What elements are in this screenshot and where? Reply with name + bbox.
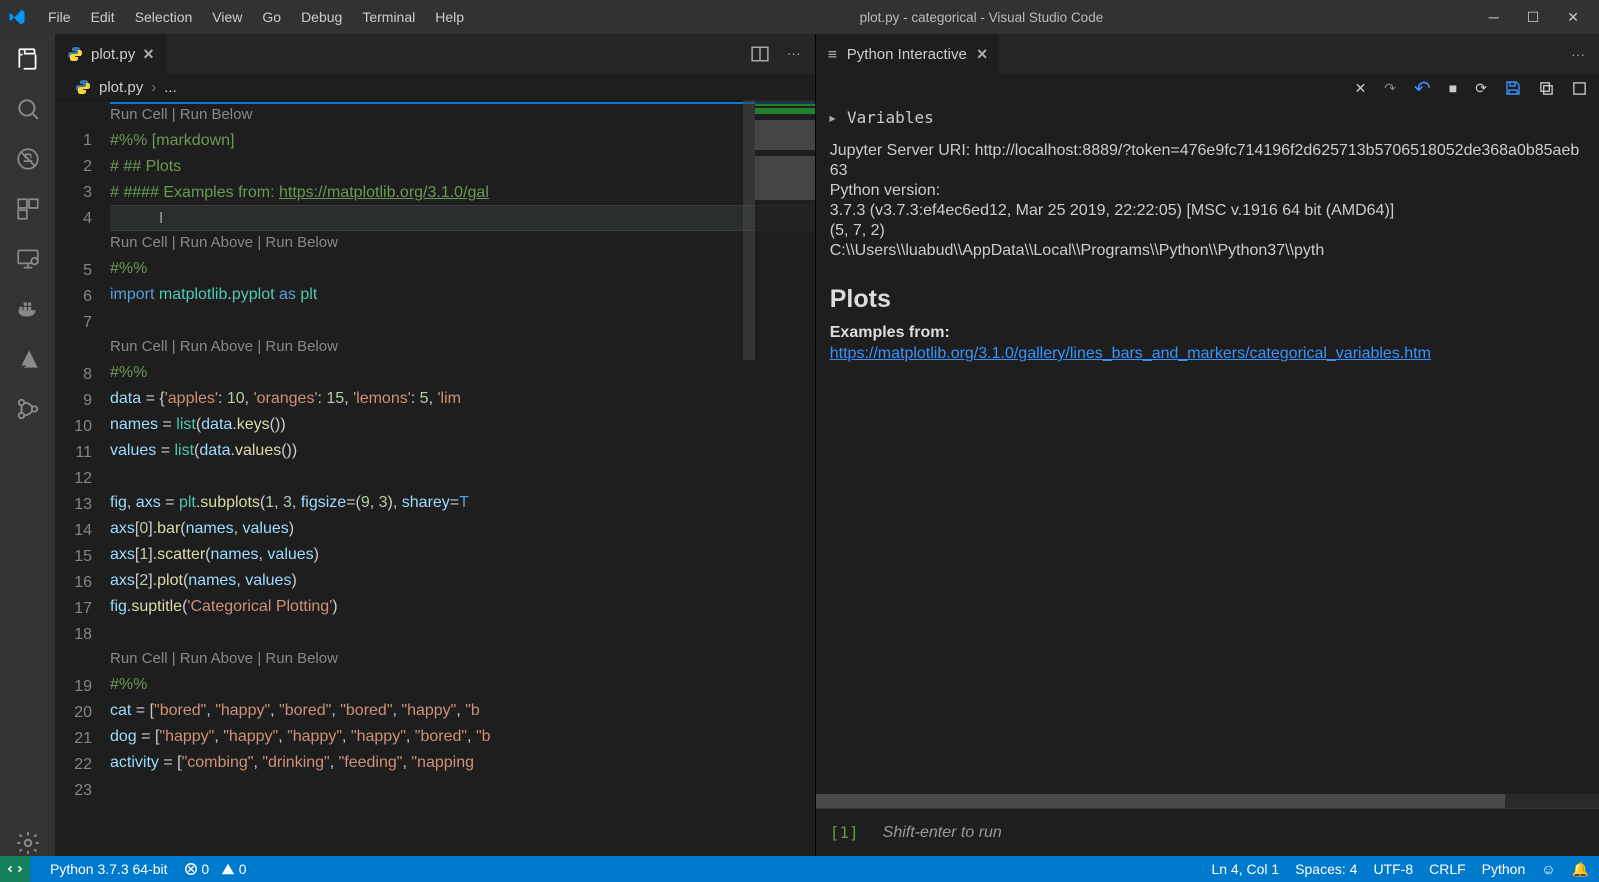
- editor-group-right: ≡ Python Interactive × ··· ✕ ↷ ↶ ■ ⟳ Var…: [816, 34, 1599, 856]
- status-encoding[interactable]: UTF-8: [1373, 861, 1413, 877]
- undo-icon[interactable]: ↶: [1414, 76, 1431, 101]
- menu-debug[interactable]: Debug: [291, 5, 352, 29]
- remote-explorer-icon[interactable]: [15, 246, 41, 272]
- codelens-run-cell[interactable]: Run Cell: [110, 106, 168, 123]
- python-file-icon: [75, 79, 91, 95]
- codelens-run-below[interactable]: Run Below: [265, 234, 338, 251]
- python-file-icon: [67, 46, 83, 62]
- interactive-toolbar: ✕ ↷ ↶ ■ ⟳: [816, 74, 1599, 102]
- minimap[interactable]: [755, 100, 815, 856]
- codelens-run-above[interactable]: Run Above: [180, 650, 253, 667]
- plots-heading: Plots: [830, 289, 1585, 309]
- explorer-icon[interactable]: [15, 46, 41, 72]
- status-python-version[interactable]: Python 3.7.3 64-bit: [50, 861, 168, 877]
- status-language[interactable]: Python: [1482, 861, 1526, 877]
- editor-group-left: plot.py × ··· plot.py › ... 123456789101…: [55, 34, 816, 856]
- line-numbers: 1234567891011121314151617181920212223: [55, 100, 110, 856]
- input-prompt: [1]: [830, 823, 859, 842]
- breadcrumb-rest: ...: [164, 79, 177, 96]
- menu-terminal[interactable]: Terminal: [352, 5, 425, 29]
- debug-disabled-icon[interactable]: [15, 146, 41, 172]
- save-icon[interactable]: [1505, 80, 1521, 96]
- input-hint: Shift-enter to run: [883, 824, 1002, 842]
- maximize-icon[interactable]: ☐: [1527, 9, 1540, 26]
- status-problems[interactable]: 0 0: [184, 861, 247, 877]
- examples-label: Examples from:: [830, 323, 1585, 343]
- menu-edit[interactable]: Edit: [81, 5, 125, 29]
- status-indentation[interactable]: Spaces: 4: [1295, 861, 1357, 877]
- close-icon[interactable]: ✕: [1567, 9, 1579, 26]
- codelens-run-below[interactable]: Run Below: [180, 106, 253, 123]
- examples-link[interactable]: https://matplotlib.org/3.1.0/gallery/lin…: [830, 345, 1431, 362]
- list-icon: ≡: [828, 45, 837, 63]
- vscode-logo-icon: [8, 8, 26, 26]
- editor-actions: ···: [751, 45, 815, 63]
- codelens-run-above[interactable]: Run Above: [180, 234, 253, 251]
- menu-view[interactable]: View: [202, 5, 252, 29]
- status-bar: Python 3.7.3 64-bit 0 0 Ln 4, Col 1 Spac…: [0, 856, 1599, 882]
- extensions-icon[interactable]: [15, 196, 41, 222]
- tab-python-interactive[interactable]: ≡ Python Interactive ×: [816, 34, 1001, 74]
- expand-icon[interactable]: [1572, 81, 1587, 96]
- codelens-run-below[interactable]: Run Below: [265, 338, 338, 355]
- codelens-run-below[interactable]: Run Below: [265, 650, 338, 667]
- window-controls: ─ ☐ ✕: [1489, 9, 1591, 26]
- tab-label: Python Interactive: [847, 46, 967, 63]
- export-icon[interactable]: [1539, 81, 1554, 96]
- azure-icon[interactable]: [15, 346, 41, 372]
- vertical-scrollbar[interactable]: [743, 100, 755, 360]
- notifications-bell-icon[interactable]: 🔔: [1572, 861, 1589, 878]
- split-editor-icon[interactable]: [751, 45, 769, 63]
- restart-icon[interactable]: ⟳: [1475, 80, 1487, 97]
- remote-indicator[interactable]: [0, 856, 30, 882]
- status-cursor-position[interactable]: Ln 4, Col 1: [1211, 861, 1279, 877]
- menu-go[interactable]: Go: [252, 5, 291, 29]
- horizontal-scrollbar[interactable]: [816, 794, 1599, 808]
- breadcrumb-file: plot.py: [99, 79, 143, 96]
- status-eol[interactable]: CRLF: [1429, 861, 1466, 877]
- code-editor[interactable]: 1234567891011121314151617181920212223 Ru…: [55, 100, 815, 856]
- menu-selection[interactable]: Selection: [125, 5, 203, 29]
- minimize-icon[interactable]: ─: [1489, 9, 1499, 26]
- interactive-tabs: ≡ Python Interactive × ···: [816, 34, 1599, 74]
- cancel-icon[interactable]: ✕: [1355, 80, 1367, 97]
- tab-plot-py[interactable]: plot.py ×: [55, 34, 167, 74]
- codelens-run-cell[interactable]: Run Cell: [110, 650, 168, 667]
- tab-close-icon[interactable]: ×: [143, 44, 154, 65]
- search-icon[interactable]: [15, 96, 41, 122]
- feedback-smile-icon[interactable]: ☺: [1541, 861, 1555, 877]
- codelens-run-cell[interactable]: Run Cell: [110, 234, 168, 251]
- menu-file[interactable]: File: [38, 5, 81, 29]
- redo-icon[interactable]: ↷: [1384, 80, 1396, 97]
- tab-close-icon[interactable]: ×: [977, 44, 988, 65]
- more-actions-icon[interactable]: ···: [1571, 46, 1585, 62]
- codelens-run-above[interactable]: Run Above: [180, 338, 253, 355]
- codelens-run-cell[interactable]: Run Cell: [110, 338, 168, 355]
- docker-icon[interactable]: [15, 296, 41, 322]
- stop-icon[interactable]: ■: [1449, 80, 1457, 96]
- tab-label: plot.py: [91, 46, 135, 63]
- source-control-icon[interactable]: [15, 396, 41, 422]
- interactive-input[interactable]: [1] Shift-enter to run: [816, 808, 1599, 856]
- settings-gear-icon[interactable]: [15, 830, 41, 856]
- menu-bar: FileEditSelectionViewGoDebugTerminalHelp: [38, 5, 474, 29]
- title-bar: FileEditSelectionViewGoDebugTerminalHelp…: [0, 0, 1599, 34]
- menu-help[interactable]: Help: [425, 5, 474, 29]
- interactive-output[interactable]: Jupyter Server URI: http://localhost:888…: [816, 133, 1599, 794]
- chevron-right-icon: ›: [151, 79, 156, 96]
- variables-panel-header[interactable]: Variables: [816, 102, 1599, 133]
- breadcrumb[interactable]: plot.py › ...: [55, 74, 815, 100]
- window-title: plot.py - categorical - Visual Studio Co…: [474, 10, 1489, 25]
- more-actions-icon[interactable]: ···: [787, 45, 801, 63]
- server-info-text: Jupyter Server URI: http://localhost:888…: [830, 141, 1585, 261]
- activity-bar: [0, 34, 55, 856]
- code-content[interactable]: Run Cell | Run Below#%% [markdown]# ## P…: [110, 100, 815, 856]
- editor-tabs: plot.py × ···: [55, 34, 815, 74]
